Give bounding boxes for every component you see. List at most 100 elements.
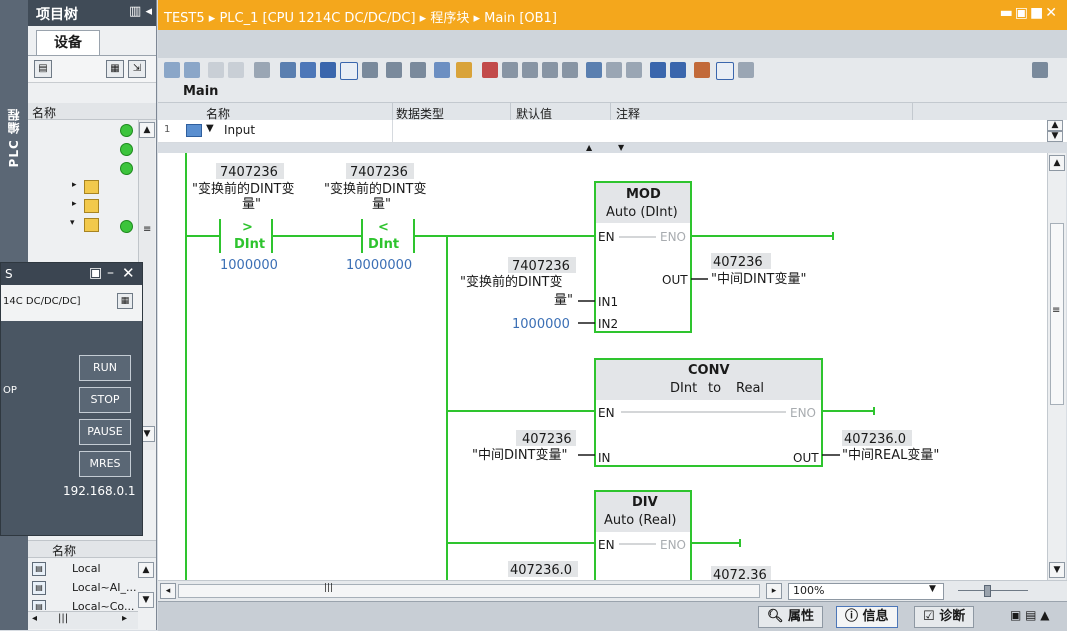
splitter-down-icon[interactable]: ▼ bbox=[618, 143, 624, 152]
mod-in2-value: 1000000 bbox=[512, 317, 570, 332]
maximize-icon[interactable]: ■ bbox=[1030, 5, 1045, 21]
minimize-icon[interactable]: ▬ bbox=[1000, 5, 1015, 21]
favorites-icon[interactable] bbox=[456, 62, 472, 78]
scroll-down-icon[interactable]: ▼ bbox=[1047, 131, 1063, 142]
compare-contact-less[interactable]: 7407236 "变换前的DINT变 量" < DInt 10000000 bbox=[324, 163, 427, 273]
canvas-hscrollbar[interactable]: ◂ ||| ▸ 100% ▼ bbox=[158, 580, 1067, 601]
panel-controls-icon[interactable]: ▣ ▤ ▲ bbox=[1010, 608, 1050, 622]
minimize-icon[interactable]: – bbox=[107, 265, 114, 281]
previous-error-icon[interactable] bbox=[626, 62, 642, 78]
contact2-tag-end: 量" bbox=[372, 197, 391, 212]
ladder-canvas[interactable]: 7407236 "变换前的DINT变 量" > DInt 1000000 740… bbox=[158, 153, 1047, 580]
compare-contact-greater[interactable]: 7407236 "变换前的DINT变 量" > DInt 1000000 bbox=[192, 163, 295, 273]
breadcrumb-program-blocks[interactable]: 程序块 bbox=[430, 11, 469, 26]
refresh-icon[interactable] bbox=[670, 62, 686, 78]
zoom-slider[interactable] bbox=[958, 590, 1028, 591]
zoom-slider-thumb[interactable] bbox=[984, 585, 991, 597]
network-list-icon[interactable] bbox=[280, 62, 296, 78]
symbol-icon[interactable] bbox=[410, 62, 426, 78]
watch-icon[interactable] bbox=[522, 62, 538, 78]
close-icon[interactable]: ✕ bbox=[1045, 5, 1059, 21]
splitter[interactable]: ▲ ▼ bbox=[158, 143, 1067, 153]
conv-instruction[interactable]: CONV DInt to Real EN ENO IN OUT 407236 "… bbox=[472, 358, 939, 467]
restore-icon[interactable]: ▣ bbox=[1015, 5, 1030, 21]
absolute-operand-icon[interactable] bbox=[362, 62, 378, 78]
layout-icon[interactable] bbox=[1032, 62, 1048, 78]
scroll-thumb[interactable] bbox=[178, 584, 760, 598]
glasses-icon[interactable] bbox=[694, 62, 710, 78]
canvas-vscrollbar[interactable]: ▲ ≡ ▼ bbox=[1047, 153, 1066, 580]
scroll-up-icon[interactable]: ▲ bbox=[139, 122, 155, 138]
paint-icon[interactable] bbox=[254, 62, 270, 78]
scroll-right-icon[interactable]: ▸ bbox=[766, 583, 782, 599]
list-item[interactable]: ▤ Local bbox=[28, 560, 138, 578]
section-name[interactable]: Input bbox=[224, 123, 255, 137]
chevron-down-icon[interactable]: ▼ bbox=[929, 584, 936, 594]
restore-icon[interactable]: ▣ bbox=[89, 265, 102, 281]
add-row-icon[interactable] bbox=[228, 62, 244, 78]
monitoring-on-off-icon[interactable] bbox=[716, 62, 734, 80]
expand-arrow-icon[interactable]: ▼ bbox=[206, 123, 214, 134]
list-view-icon[interactable] bbox=[434, 62, 450, 78]
breadcrumb-project[interactable]: TEST5 bbox=[164, 11, 205, 26]
scroll-up-icon[interactable]: ▲ bbox=[138, 562, 154, 578]
folder-icon[interactable] bbox=[84, 180, 99, 194]
insert-network-icon[interactable] bbox=[164, 62, 180, 78]
stop-button[interactable]: STOP bbox=[79, 387, 131, 413]
tag-info-icon[interactable] bbox=[386, 62, 402, 78]
expand-icon[interactable]: ▸ bbox=[72, 180, 77, 190]
add-icon[interactable]: ▤ bbox=[34, 60, 52, 78]
breadcrumb-main[interactable]: Main [OB1] bbox=[484, 11, 557, 26]
folder-icon[interactable] bbox=[84, 199, 99, 213]
tab-devices[interactable]: 设备 bbox=[36, 30, 100, 55]
plc-programming-tab[interactable]: PLC 编程 bbox=[5, 108, 22, 167]
snapshot-icon[interactable] bbox=[738, 62, 754, 78]
list-item[interactable]: ▤ Local~Co... bbox=[28, 598, 138, 610]
scroll-right-icon[interactable]: ▸ bbox=[122, 613, 127, 624]
div-instruction[interactable]: DIV Auto (Real) EN ENO 407236.0 4072.36 bbox=[508, 490, 771, 580]
list-item[interactable]: ▤ Local~AI_... bbox=[28, 579, 138, 597]
scroll-down-icon[interactable]: ▼ bbox=[1049, 562, 1065, 578]
run-button[interactable]: RUN bbox=[79, 355, 131, 381]
collapse-arrow-icon[interactable]: ▾ bbox=[70, 218, 75, 228]
scroll-thumb-icon[interactable]: ||| bbox=[58, 613, 68, 624]
tree-hscrollbar[interactable]: ◂ ||| ▸ bbox=[28, 611, 138, 629]
scroll-left-icon[interactable]: ◂ bbox=[32, 613, 37, 624]
jump-icon[interactable] bbox=[502, 62, 518, 78]
expand-networks-icon[interactable] bbox=[300, 62, 316, 78]
scroll-up-icon[interactable]: ▲ bbox=[1049, 155, 1065, 171]
next-error-icon[interactable] bbox=[606, 62, 622, 78]
pause-button[interactable]: PAUSE bbox=[79, 419, 131, 445]
splitter-up-icon[interactable]: ▲ bbox=[586, 143, 592, 152]
compile-icon[interactable] bbox=[562, 62, 578, 78]
tab-info[interactable]: ⓘ 信息 bbox=[836, 606, 898, 628]
scroll-thumb-icon[interactable]: ≡ bbox=[143, 224, 151, 235]
breakpoint-icon[interactable] bbox=[482, 62, 498, 78]
export-icon[interactable]: ⇲ bbox=[128, 60, 146, 78]
mod-instruction[interactable]: MOD Auto (DInt) EN ENO IN1 IN2 OUT 74072… bbox=[460, 181, 834, 333]
comment-icon[interactable] bbox=[340, 62, 358, 80]
delete-network-icon[interactable] bbox=[184, 62, 200, 78]
scroll-up-icon[interactable]: ▲ bbox=[1047, 120, 1063, 131]
mres-button[interactable]: MRES bbox=[79, 451, 131, 477]
tab-diagnostics[interactable]: ☑ 诊断 bbox=[914, 606, 975, 628]
table-row[interactable]: 1 ▼ Input ▲ ▼ bbox=[158, 120, 1067, 143]
folder-icon[interactable] bbox=[84, 218, 99, 232]
scroll-down-icon[interactable]: ▼ bbox=[138, 592, 154, 608]
breadcrumb-plc[interactable]: PLC_1 [CPU 1214C DC/DC/DC] bbox=[219, 11, 415, 26]
go-to-icon[interactable] bbox=[586, 62, 602, 78]
monitor-icon[interactable] bbox=[542, 62, 558, 78]
window-controls[interactable]: ▬▣■✕ bbox=[1000, 5, 1059, 21]
collapse-networks-icon[interactable] bbox=[320, 62, 336, 78]
ladder-diagram: 7407236 "变换前的DINT变 量" > DInt 1000000 740… bbox=[185, 153, 939, 580]
scroll-left-icon[interactable]: ◂ bbox=[160, 583, 176, 599]
view-icon[interactable]: ▦ bbox=[106, 60, 124, 78]
tab-properties[interactable]: 🔍︎ 属性 bbox=[758, 606, 824, 628]
expand-icon[interactable]: ▸ bbox=[72, 199, 77, 209]
collapse-icon[interactable]: ▥ ◂ bbox=[129, 4, 152, 19]
zoom-select[interactable]: 100% ▼ bbox=[788, 583, 944, 600]
call-hierarchy-icon[interactable] bbox=[650, 62, 666, 78]
insert-row-icon[interactable] bbox=[208, 62, 224, 78]
device-icon[interactable]: ▦ bbox=[117, 293, 133, 309]
close-icon[interactable]: ✕ bbox=[122, 264, 135, 282]
